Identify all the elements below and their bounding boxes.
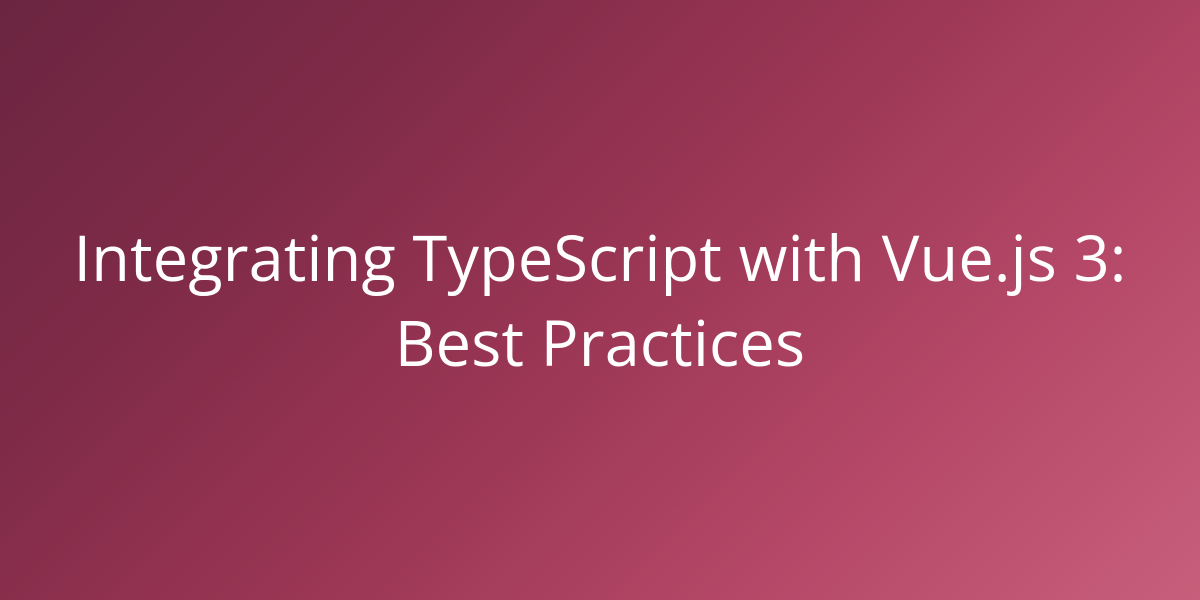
hero-banner: Integrating TypeScript with Vue.js 3: Be… (0, 0, 1200, 600)
hero-title: Integrating TypeScript with Vue.js 3: Be… (70, 215, 1130, 385)
